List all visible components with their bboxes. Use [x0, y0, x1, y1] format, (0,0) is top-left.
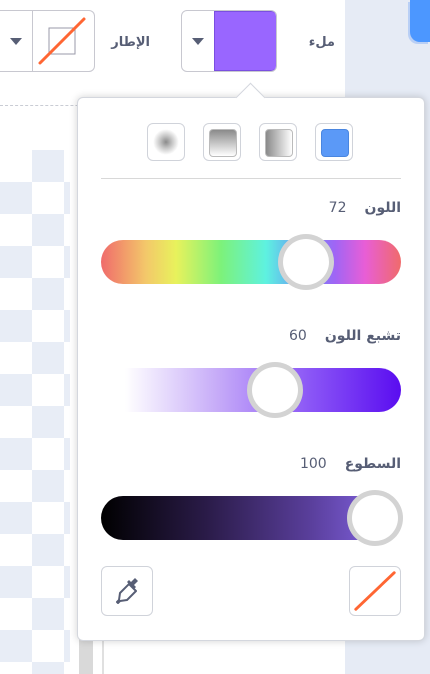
- fill-color-picker[interactable]: [181, 10, 277, 72]
- solid-fill-icon: [321, 129, 349, 157]
- outline-stroke-icon: [38, 17, 86, 65]
- outline-label: الإطار: [111, 35, 150, 50]
- popover-divider: [101, 178, 401, 179]
- outline-color-picker[interactable]: [0, 10, 95, 72]
- brightness-label-text: السطوع: [344, 456, 401, 472]
- fill-dropdown-arrow[interactable]: [182, 11, 215, 71]
- saturation-value: 60: [289, 328, 307, 344]
- no-color-icon: [354, 571, 396, 611]
- canvas-checkerboard: [0, 150, 70, 674]
- vertical-gradient-icon: [209, 129, 237, 157]
- saturation-label-text: تشبع اللون: [324, 328, 401, 344]
- eyedropper-icon: [116, 578, 138, 604]
- horizontal-gradient-icon: [265, 129, 293, 157]
- chevron-down-icon: [10, 37, 22, 45]
- chevron-down-icon: [192, 37, 204, 45]
- color-slider-handle[interactable]: [278, 234, 334, 290]
- side-tab[interactable]: [410, 0, 430, 42]
- radial-gradient-icon: [153, 129, 179, 155]
- outline-dropdown-arrow[interactable]: [0, 11, 33, 71]
- vertical-gradient-button[interactable]: [203, 123, 241, 161]
- brightness-slider-handle[interactable]: [347, 490, 403, 546]
- brightness-slider-label: السطوع 100: [101, 456, 401, 472]
- no-color-button[interactable]: [349, 566, 401, 616]
- radial-gradient-button[interactable]: [147, 123, 185, 161]
- eyedropper-button[interactable]: [101, 566, 153, 616]
- saturation-slider-label: تشبع اللون 60: [101, 328, 401, 344]
- color-slider-label: اللون 72: [101, 200, 401, 216]
- color-label-text: اللون: [364, 200, 402, 216]
- solid-fill-button[interactable]: [315, 123, 353, 161]
- horizontal-gradient-button[interactable]: [259, 123, 297, 161]
- brightness-value: 100: [299, 456, 327, 472]
- outline-color-swatch[interactable]: [32, 11, 94, 71]
- fill-label: ملء: [308, 35, 335, 50]
- saturation-slider-handle[interactable]: [247, 362, 303, 418]
- fill-color-swatch[interactable]: [214, 11, 276, 71]
- color-value: 72: [328, 200, 347, 216]
- color-slider-track[interactable]: [101, 240, 401, 284]
